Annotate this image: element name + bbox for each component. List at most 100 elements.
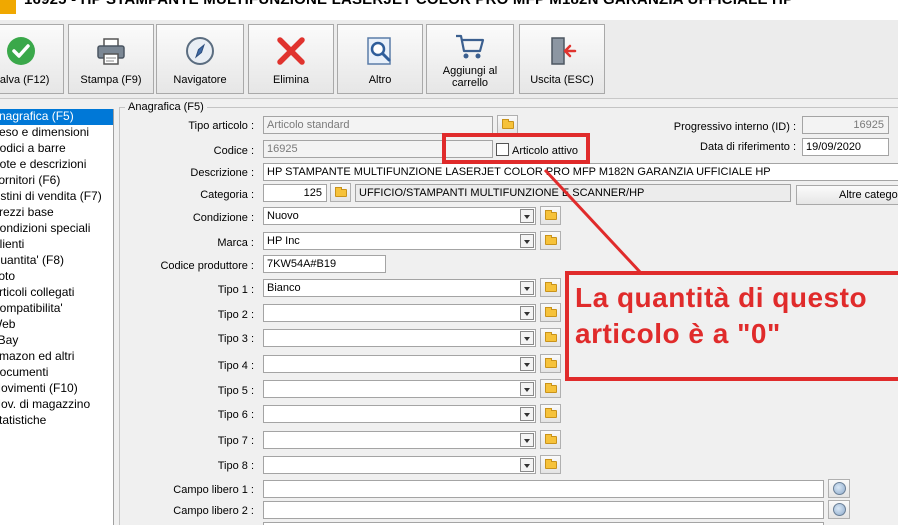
sidebar-item-fornitori[interactable]: Fornitori (F6) [0,173,113,189]
tipo-5-select[interactable] [263,380,536,398]
condizione-folder-button[interactable] [540,206,561,225]
save-button-label: Salva (F12) [0,74,50,86]
tipo-7-select[interactable] [263,431,536,449]
categoria-folder-button[interactable] [330,183,351,202]
app-icon [0,0,16,14]
tipo-8-folder-button[interactable] [540,455,561,474]
sidebar-item-documenti[interactable]: Documenti [0,365,113,381]
data-riferimento-label: Data di riferimento : [700,141,796,153]
folder-icon [502,119,514,129]
sidebar-item-anagrafica[interactable]: Anagrafica (F5) [0,109,113,125]
marca-value: HP Inc [267,235,300,247]
tipo-5-folder-button[interactable] [540,379,561,398]
chevron-down-icon [520,433,534,447]
campo-libero-2-field[interactable] [263,501,824,519]
codice-produttore-label: Codice produttore : [160,260,254,272]
tipo-3-select[interactable] [263,329,536,347]
tipo-2-select[interactable] [263,304,536,322]
tipo-5-label: Tipo 5 : [217,385,254,397]
tipo-8-select[interactable] [263,456,536,474]
add-to-cart-button[interactable]: Aggiungi al carrello [426,24,514,94]
folder-icon [545,332,557,342]
tipo-articolo-field[interactable]: Articolo standard [263,116,493,134]
other-button[interactable]: Altro [337,24,423,94]
print-button-label: Stampa (F9) [80,74,142,86]
folder-icon [335,187,347,197]
chevron-down-icon [520,357,534,371]
folder-icon [545,408,557,418]
tipo-7-folder-button[interactable] [540,430,561,449]
sidebar-nav: Anagrafica (F5) Peso e dimensioni Codici… [0,109,114,525]
chevron-down-icon [520,306,534,320]
title-bar: 16925 - HP STAMPANTE MULTIFUNZIONE LASER… [0,0,898,20]
folder-icon [545,210,557,220]
delete-button[interactable]: Elimina [248,24,334,94]
tipo-4-folder-button[interactable] [540,354,561,373]
sidebar-item-compatibilita[interactable]: Compatibilita' [0,301,113,317]
exit-button[interactable]: Uscita (ESC) [519,24,605,94]
marca-folder-button[interactable] [540,231,561,250]
navigator-button-label: Navigatore [173,74,227,86]
tipo-6-select[interactable] [263,405,536,423]
tipo-6-label: Tipo 6 : [217,409,254,421]
add-to-cart-button-label: Aggiungi al carrello [442,65,498,89]
folder-icon [545,307,557,317]
annotation-line-1: La quantità di questo [575,282,868,313]
sidebar-item-condizioni[interactable]: Condizioni speciali [0,221,113,237]
cart-icon [456,34,485,59]
marca-select[interactable]: HP Inc [263,232,536,250]
group-title: Anagrafica (F5) [125,101,207,113]
folder-icon [545,282,557,292]
data-riferimento-field[interactable]: 19/09/2020 [802,138,889,156]
sidebar-item-web[interactable]: Web [0,317,113,333]
tipo-2-folder-button[interactable] [540,303,561,322]
sidebar-item-quantita[interactable]: Quantita' (F8) [0,253,113,269]
magnifier-document-icon [367,37,391,65]
sidebar-item-amazon[interactable]: Amazon ed altri [0,349,113,365]
campo-libero-1-label: Campo libero 1 : [173,484,254,496]
condizione-label: Condizione : [192,212,254,224]
campo-libero-1-field[interactable] [263,480,824,498]
descrizione-field[interactable]: HP STAMPANTE MULTIFUNZIONE LASERJET COLO… [263,163,898,181]
sidebar-item-articoli-collegati[interactable]: Articoli collegati [0,285,113,301]
tipo-4-select[interactable] [263,355,536,373]
printer-icon [97,38,125,65]
tipo-1-folder-button[interactable] [540,278,561,297]
tipo-4-label: Tipo 4 : [217,360,254,372]
tipo-articolo-label: Tipo articolo : [188,120,254,132]
tipo-1-select[interactable]: Bianco [263,279,536,297]
sidebar-item-prezzi-base[interactable]: Prezzi base [0,205,113,221]
globe-icon [833,482,846,495]
delete-button-label: Elimina [272,74,310,86]
altre-categorie-button[interactable]: Altre categorie [796,185,898,205]
other-button-label: Altro [368,74,392,86]
chevron-down-icon [520,209,534,223]
navigator-button[interactable]: Navigatore [156,24,244,94]
sidebar-item-movimenti[interactable]: Movimenti (F10) [0,381,113,397]
sidebar-item-clienti[interactable]: Clienti [0,237,113,253]
sidebar-item-peso[interactable]: Peso e dimensioni [0,125,113,141]
save-button[interactable]: Salva (F12) [0,24,64,94]
window-title: 16925 - HP STAMPANTE MULTIFUNZIONE LASER… [24,0,793,8]
campo-libero-2-globe-button[interactable] [828,500,850,519]
tipo-articolo-folder-button[interactable] [497,115,518,134]
sidebar-item-mov-magazzino[interactable]: Mov. di magazzino [0,397,113,413]
sidebar-item-listini[interactable]: Listini di vendita (F7) [0,189,113,205]
sidebar-item-codici-barre[interactable]: Codici a barre [0,141,113,157]
sidebar-item-note[interactable]: Note e descrizioni [0,157,113,173]
progressivo-field[interactable]: 16925 [802,116,889,134]
tipo-6-folder-button[interactable] [540,404,561,423]
categoria-code-field[interactable]: 125 [263,184,327,202]
codice-produttore-field[interactable]: 7KW54A#B19 [263,255,386,273]
print-button[interactable]: Stampa (F9) [68,24,154,94]
tipo-3-folder-button[interactable] [540,328,561,347]
chevron-down-icon [520,281,534,295]
categoria-label: Categoria : [200,189,254,201]
sidebar-item-statistiche[interactable]: Statistiche [0,413,113,429]
compass-icon [186,37,214,65]
condizione-select[interactable]: Nuovo [263,207,536,225]
sidebar-item-ebay[interactable]: eBay [0,333,113,349]
campo-libero-1-globe-button[interactable] [828,479,850,498]
tipo-1-label: Tipo 1 : [217,284,254,296]
sidebar-item-foto[interactable]: Foto [0,269,113,285]
